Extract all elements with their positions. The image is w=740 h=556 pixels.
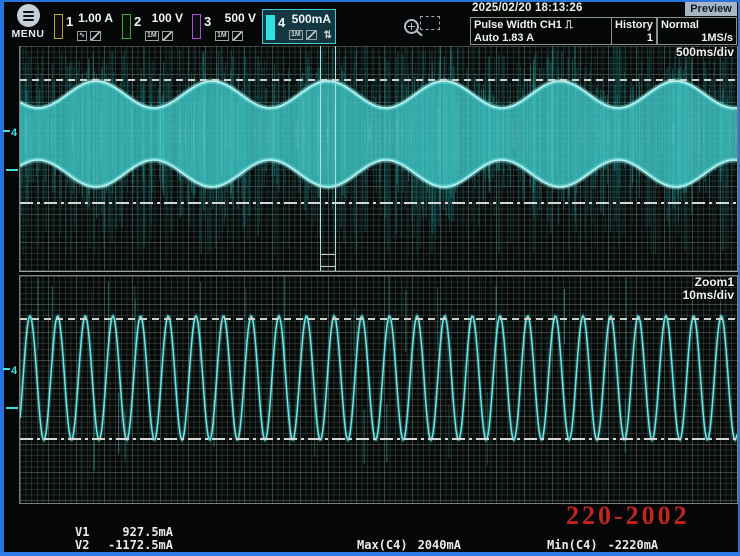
sample-rate: 1MS/s bbox=[661, 32, 733, 45]
preview-badge[interactable]: Preview bbox=[685, 2, 737, 16]
channel4-zero-tick-zoom bbox=[6, 407, 18, 409]
zoom-area-rect-icon bbox=[420, 16, 440, 30]
menu-label: MENU bbox=[6, 28, 50, 40]
frame-top bbox=[0, 0, 740, 2]
zoom-search-button[interactable] bbox=[401, 15, 441, 42]
probe-icon bbox=[90, 31, 101, 41]
channel-2-scale: 100 V bbox=[152, 11, 183, 25]
acquisition-box[interactable]: Normal 1MS/s bbox=[657, 17, 737, 45]
v1-readout: V1927.5mA bbox=[75, 526, 173, 539]
channel-3-color-bar bbox=[192, 14, 201, 39]
channel4-position-marker-main[interactable]: 4 bbox=[3, 128, 17, 139]
channel-box-3[interactable]: 3 500 V 1M bbox=[189, 9, 260, 44]
channel4-position-marker-zoom[interactable]: 4 bbox=[3, 366, 17, 377]
zoom-timebase-label: 10ms/div bbox=[683, 289, 734, 302]
cursor-v2-line-zoom[interactable] bbox=[20, 438, 737, 440]
model-number-text: 220-2002 bbox=[566, 501, 690, 531]
zoom-waveform-window: Zoom1 10ms/div bbox=[19, 275, 738, 504]
channel-3-number: 3 bbox=[204, 14, 211, 29]
min-measure-readout: Min(C4)-2220mA bbox=[547, 538, 658, 552]
history-value: 1 bbox=[615, 32, 653, 45]
channel-box-4-selected[interactable]: 4 500mA 1M ⇅ bbox=[262, 9, 336, 44]
probe-icon bbox=[162, 31, 173, 41]
cursor-value-readout: V1927.5mA V2-1172.5mA bbox=[75, 526, 173, 551]
hamburger-icon bbox=[17, 4, 40, 27]
channel-box-2[interactable]: 2 100 V 1M bbox=[119, 9, 187, 44]
channel-box-1[interactable]: 1 1.00 A ∿ bbox=[51, 9, 117, 44]
main-waveform-window: 500ms/div bbox=[19, 46, 738, 272]
cursor-v2-line[interactable] bbox=[20, 202, 737, 204]
frame-left bbox=[0, 0, 4, 556]
datetime: 2025/02/20 18:13:26 bbox=[472, 2, 583, 14]
main-timebase-label: 500ms/div bbox=[676, 46, 734, 59]
v2-readout: V2-1172.5mA bbox=[75, 539, 173, 552]
oscilloscope-screen: MENU 1 1.00 A ∿ 2 100 V 1M 3 500 V 1M 4 … bbox=[0, 0, 740, 556]
channel4-zero-tick-main bbox=[6, 169, 18, 171]
trigger-info-box[interactable]: Pulse Width CH1 ⎍ Auto 1.83 A bbox=[470, 17, 612, 45]
channel-2-color-bar bbox=[122, 14, 131, 39]
trigger-mode-line: Auto 1.83 A bbox=[474, 32, 608, 45]
probe-icon bbox=[232, 31, 243, 41]
cursor-v1-line[interactable] bbox=[20, 79, 737, 81]
zoom-region-marker[interactable] bbox=[320, 46, 336, 271]
impedance-icon: 1M bbox=[289, 30, 303, 40]
channel-4-scale: 500mA bbox=[292, 12, 331, 26]
zoom-waveform-svg bbox=[20, 276, 737, 502]
probe-icon bbox=[306, 30, 317, 40]
cursor-v1-line-zoom[interactable] bbox=[20, 318, 737, 320]
max-measure-readout: Max(C4)2040mA bbox=[357, 538, 461, 552]
channel-1-color-bar bbox=[54, 14, 63, 39]
history-box[interactable]: History 1 bbox=[611, 17, 657, 45]
impedance-icon: 1M bbox=[215, 31, 229, 41]
acq-mode: Normal bbox=[661, 19, 733, 32]
trigger-type-line: Pulse Width CH1 ⎍ bbox=[474, 19, 608, 32]
channel-1-number: 1 bbox=[66, 14, 73, 29]
offset-arrows-icon: ⇅ bbox=[324, 31, 332, 41]
frame-bottom bbox=[0, 552, 740, 556]
history-label: History bbox=[615, 19, 653, 32]
pulse-icon: ⎍ bbox=[565, 19, 573, 31]
channel-4-color-bar bbox=[266, 15, 275, 40]
channel-1-scale: 1.00 A bbox=[78, 11, 113, 25]
channel-4-number: 4 bbox=[278, 15, 285, 30]
impedance-icon: 1M bbox=[145, 31, 159, 41]
menu-button[interactable]: MENU bbox=[6, 4, 50, 40]
coupling-icon: ∿ bbox=[77, 31, 87, 41]
channel-2-number: 2 bbox=[134, 14, 141, 29]
channel-3-scale: 500 V bbox=[225, 11, 256, 25]
zoom-region-bracket bbox=[320, 254, 336, 267]
